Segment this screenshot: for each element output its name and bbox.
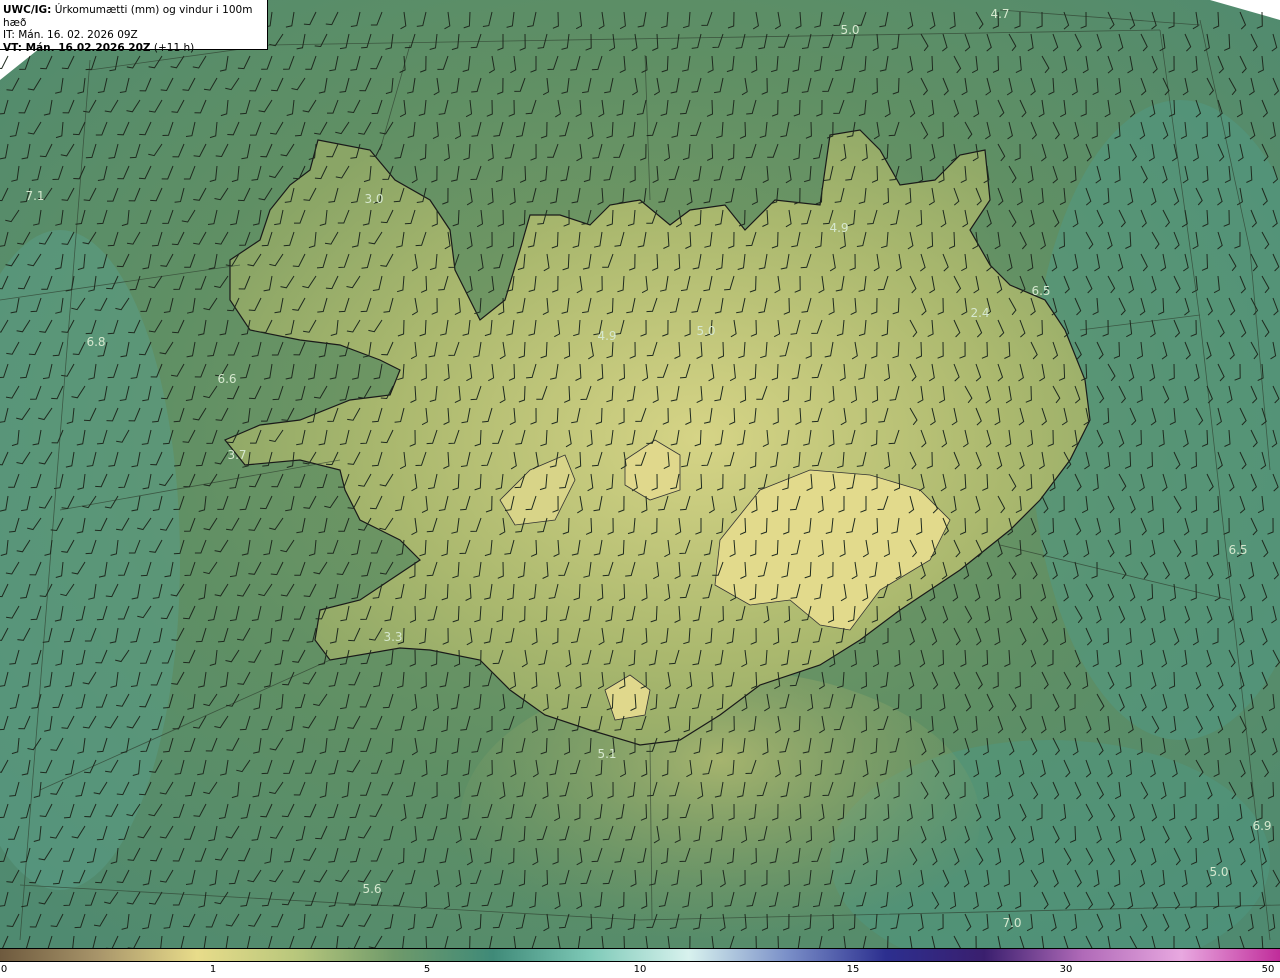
label-east-coast: 6.5: [1031, 284, 1050, 298]
label-snaefellsnes: 3.7: [227, 448, 246, 462]
label-north-central-1: 4.9: [597, 329, 616, 343]
label-east-sea: 6.5: [1228, 543, 1247, 557]
label-south-sea-3: 7.0: [1002, 916, 1021, 930]
label-south-sea-1: 5.6: [362, 882, 381, 896]
map-title: UWC/IG: Úrkomumætti (mm) og vindur i 100…: [3, 4, 253, 29]
label-nw-sea: 7.1: [25, 189, 44, 203]
label-north-central-2: 5.0: [696, 324, 715, 338]
colorbar-tick-0: 0: [0, 964, 8, 975]
colorbar-tick-50: 50: [1261, 964, 1275, 975]
colorbar-tick-1: 1: [209, 964, 217, 975]
label-reykjanes: 3.3: [383, 630, 402, 644]
colorbar-strip: [0, 948, 1280, 962]
colorbar-tick-10: 10: [633, 964, 647, 975]
label-north-sea-2: 4.7: [990, 7, 1009, 21]
valid-time: VT: Mán. 16.02.2026 20Z (+11 h): [3, 41, 195, 54]
colorbar-tick-30: 30: [1059, 964, 1073, 975]
label-west-sea-1: 6.8: [86, 335, 105, 349]
label-south-sea-2: 5.0: [1209, 865, 1228, 879]
label-westfjords: 3.0: [364, 192, 383, 206]
label-south-coast: 5.1: [597, 747, 616, 761]
map-info-box: UWC/IG: Úrkomumætti (mm) og vindur i 100…: [0, 0, 268, 54]
label-northeast: 4.9: [829, 221, 848, 235]
label-north-sea-1: 5.0: [840, 23, 859, 37]
precipitation-wind-map: 7.1 3.0 5.0 4.7 4.9 6.5 2.4 4.9 5.0 6.8 …: [0, 0, 1280, 948]
label-southeast-sea: 6.9: [1252, 819, 1271, 833]
colorbar-tick-5: 5: [423, 964, 431, 975]
colorbar-tick-15: 15: [846, 964, 860, 975]
label-west-sea-2: 6.6: [217, 372, 236, 386]
initial-time: IT: Mán. 16. 02. 2026 09Z: [3, 29, 138, 41]
label-east-highland: 2.4: [970, 306, 989, 320]
